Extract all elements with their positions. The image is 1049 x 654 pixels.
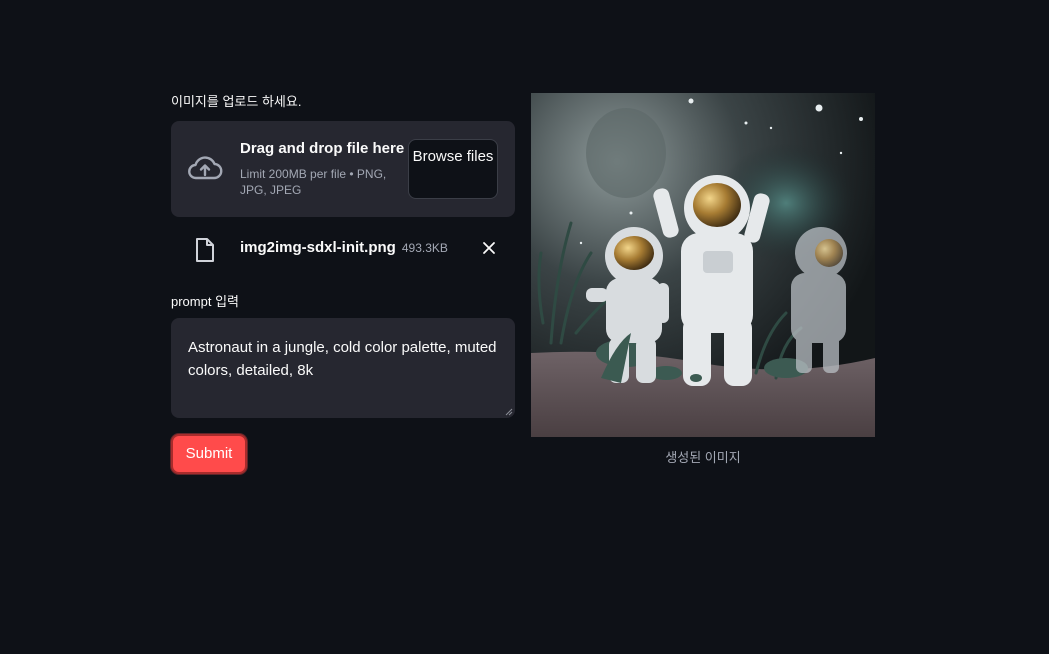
dropzone-title: Drag and drop file here (240, 140, 405, 157)
cloud-upload-icon (188, 156, 223, 180)
prompt-text: Astronaut in a jungle, cold color palett… (188, 339, 497, 379)
uploader-label: 이미지를 업로드 하세요. (171, 94, 302, 109)
resize-handle-icon[interactable] (505, 408, 513, 416)
output-column: 생성된 이미지 (531, 93, 875, 466)
dropzone-instructions: Drag and drop file here Limit 200MB per … (240, 139, 410, 198)
prompt-label: prompt 입력 (171, 294, 239, 309)
file-icon (196, 238, 214, 262)
generated-image-caption: 생성된 이미지 (665, 450, 741, 465)
close-icon[interactable] (481, 240, 497, 256)
input-column: 이미지를 업로드 하세요. Drag and drop file here Li… (171, 92, 515, 474)
file-size: 493.3KB (401, 241, 448, 255)
file-dropzone[interactable]: Drag and drop file here Limit 200MB per … (171, 121, 515, 217)
uploaded-file-name: img2img-sdxl-init.png 493.3KB (240, 239, 448, 256)
dropzone-limit: Limit 200MB per file • PNG, JPG, JPEG (240, 167, 387, 197)
browse-files-button[interactable]: Browse files (408, 139, 498, 199)
prompt-textarea[interactable]: Astronaut in a jungle, cold color palett… (171, 318, 515, 418)
file-name-text: img2img-sdxl-init.png (240, 239, 396, 256)
uploaded-file-row: img2img-sdxl-init.png 493.3KB (171, 217, 515, 281)
submit-button[interactable]: Submit (171, 434, 247, 474)
generated-image (531, 93, 875, 437)
